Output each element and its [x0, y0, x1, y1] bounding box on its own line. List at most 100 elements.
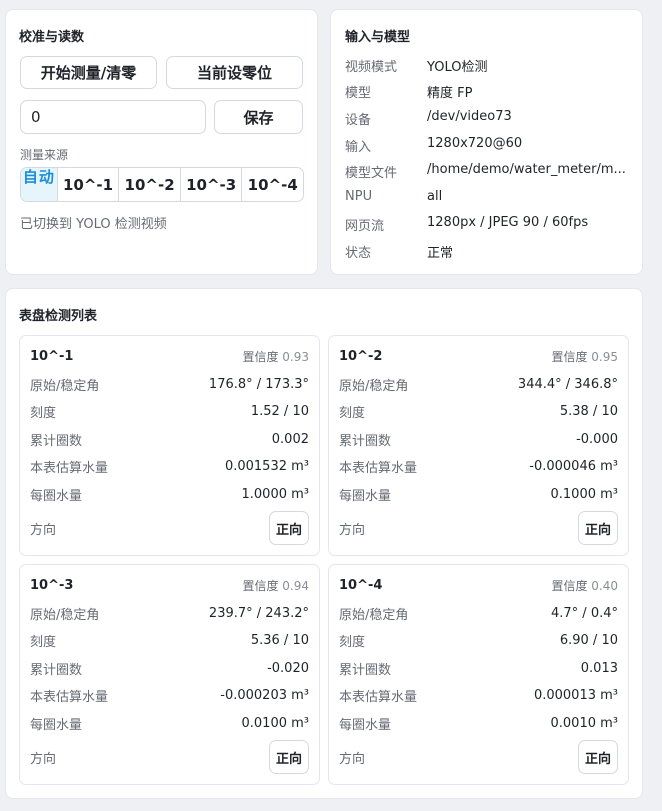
per-turn-label: 每圈水量: [30, 717, 83, 733]
turns-value: -0.000: [576, 431, 618, 447]
volume-value: 0.000013 m³: [533, 687, 618, 703]
model-value: 1280px / JPEG 90 / 60fps: [427, 215, 589, 230]
source-label: 测量来源: [20, 148, 69, 162]
model-value: YOLO检测: [427, 60, 488, 75]
per-turn-value: 0.1000 m³: [550, 486, 619, 502]
scale-value: 5.38 / 10: [559, 403, 618, 419]
direction-label: 方向: [339, 751, 366, 767]
direction-button[interactable]: 正向: [269, 740, 309, 774]
turns-label: 累计圈数: [339, 433, 392, 449]
per-turn-value: 0.0010 m³: [550, 715, 619, 731]
scale-label: 刻度: [339, 405, 366, 421]
volume-label: 本表估算水量: [30, 689, 109, 705]
scale-label: 刻度: [339, 634, 366, 650]
dial-list-panel: 表盘检测列表 10^-1 置信度 0.93 原始/稳定角 176.8° / 173…: [5, 288, 643, 799]
turns-label: 累计圈数: [30, 662, 83, 678]
dial-name: 10^-3: [30, 578, 74, 593]
model-row-device: 设备 /dev/video73: [345, 109, 635, 129]
model-value: /dev/video73: [427, 109, 512, 124]
confidence: 置信度 0.40: [551, 577, 618, 594]
scale-value: 6.90 / 10: [559, 632, 618, 648]
volume-value: 0.001532 m³: [224, 458, 309, 474]
dial-name: 10^-4: [339, 578, 383, 593]
confidence-label: 置信度: [242, 579, 279, 593]
model-value: /home/demo/water_meter/m...: [427, 162, 626, 177]
volume-label: 本表估算水量: [339, 689, 418, 705]
set-zero-button[interactable]: 当前设零位: [166, 56, 303, 89]
per-turn-label: 每圈水量: [339, 717, 392, 733]
confidence: 置信度 0.95: [551, 348, 618, 365]
volume-label: 本表估算水量: [30, 460, 109, 476]
angle-label: 原始/稳定角: [30, 607, 100, 623]
dial-name: 10^-1: [30, 349, 74, 364]
confidence-value: 0.94: [282, 579, 309, 593]
model-key: 模型: [345, 86, 372, 101]
direction-button[interactable]: 正向: [578, 511, 618, 545]
confidence-label: 置信度: [242, 350, 279, 364]
confidence-value: 0.40: [591, 579, 618, 593]
angle-label: 原始/稳定角: [339, 378, 409, 394]
model-value: 精度 FP: [427, 86, 473, 101]
scale-label: 刻度: [30, 405, 57, 421]
model-row-npu: NPU all: [345, 189, 635, 209]
turns-value: 0.013: [580, 660, 618, 676]
dial-list-title: 表盘检测列表: [19, 309, 98, 324]
model-panel: 输入与模型 视频模式 YOLO检测 模型 精度 FP 设备 /dev/video…: [330, 9, 643, 275]
model-value: all: [427, 189, 443, 204]
direction-button[interactable]: 正向: [269, 511, 309, 545]
volume-label: 本表估算水量: [339, 460, 418, 476]
model-key: 视频模式: [345, 60, 398, 75]
confidence-label: 置信度: [551, 350, 588, 364]
turns-value: 0.002: [271, 431, 309, 447]
angle-value: 239.7° / 243.2°: [208, 605, 309, 621]
volume-value: -0.000203 m³: [220, 687, 309, 703]
scale-label: 刻度: [30, 634, 57, 650]
model-key: 模型文件: [345, 166, 398, 181]
model-row-input: 输入 1280x720@60: [345, 136, 635, 156]
dial-card-2: 10^-2 置信度 0.95 原始/稳定角 344.4° / 346.8° 刻度 5…: [328, 335, 629, 556]
model-row-status: 状态 正常: [345, 242, 635, 262]
confidence-value: 0.95: [591, 350, 618, 364]
dial-card-1: 10^-1 置信度 0.93 原始/稳定角 176.8° / 173.3° 刻度 1…: [19, 335, 320, 556]
reading-input[interactable]: 0: [20, 100, 206, 134]
model-key: 网页流: [345, 219, 385, 234]
volume-value: -0.000046 m³: [529, 458, 618, 474]
angle-label: 原始/稳定角: [339, 607, 409, 623]
model-row-model: 模型 精度 FP: [345, 82, 635, 102]
direction-label: 方向: [339, 522, 366, 538]
per-turn-value: 0.0100 m³: [241, 715, 310, 731]
per-turn-label: 每圈水量: [339, 488, 392, 504]
source-option-1[interactable]: 10^-1: [56, 168, 119, 201]
dial-card-4: 10^-4 置信度 0.40 原始/稳定角 4.7° / 0.4° 刻度 6.90 …: [328, 564, 629, 785]
model-key: 状态: [345, 246, 372, 261]
model-key: 设备: [345, 113, 372, 128]
status-message: 已切换到 YOLO 检测视频: [20, 217, 167, 232]
angle-label: 原始/稳定角: [30, 378, 100, 394]
source-option-4[interactable]: 10^-4: [241, 168, 303, 201]
model-row-video-mode: 视频模式 YOLO检测: [345, 56, 635, 76]
calibration-title: 校准与读数: [19, 30, 85, 45]
direction-label: 方向: [30, 751, 57, 767]
source-option-auto[interactable]: 自动: [21, 168, 57, 201]
angle-value: 344.4° / 346.8°: [517, 376, 618, 392]
scale-value: 1.52 / 10: [250, 403, 309, 419]
model-key: 输入: [345, 140, 372, 155]
angle-value: 4.7° / 0.4°: [551, 605, 618, 621]
turns-label: 累计圈数: [30, 433, 83, 449]
confidence-value: 0.93: [282, 350, 309, 364]
source-selector: 自动 10^-1 10^-2 10^-3 10^-4: [20, 167, 304, 202]
model-row-model-file: 模型文件 /home/demo/water_meter/m...: [345, 162, 635, 182]
save-button[interactable]: 保存: [214, 100, 303, 134]
confidence: 置信度 0.93: [242, 348, 309, 365]
source-option-2[interactable]: 10^-2: [118, 168, 180, 201]
confidence-label: 置信度: [551, 579, 588, 593]
confidence: 置信度 0.94: [242, 577, 309, 594]
scale-value: 5.36 / 10: [250, 632, 309, 648]
source-option-3[interactable]: 10^-3: [179, 168, 242, 201]
direction-label: 方向: [30, 522, 57, 538]
model-key: NPU: [345, 189, 373, 204]
model-value: 正常: [427, 246, 454, 261]
model-value: 1280x720@60: [427, 136, 523, 151]
start-measure-button[interactable]: 开始测量/清零: [20, 56, 157, 89]
direction-button[interactable]: 正向: [578, 740, 618, 774]
